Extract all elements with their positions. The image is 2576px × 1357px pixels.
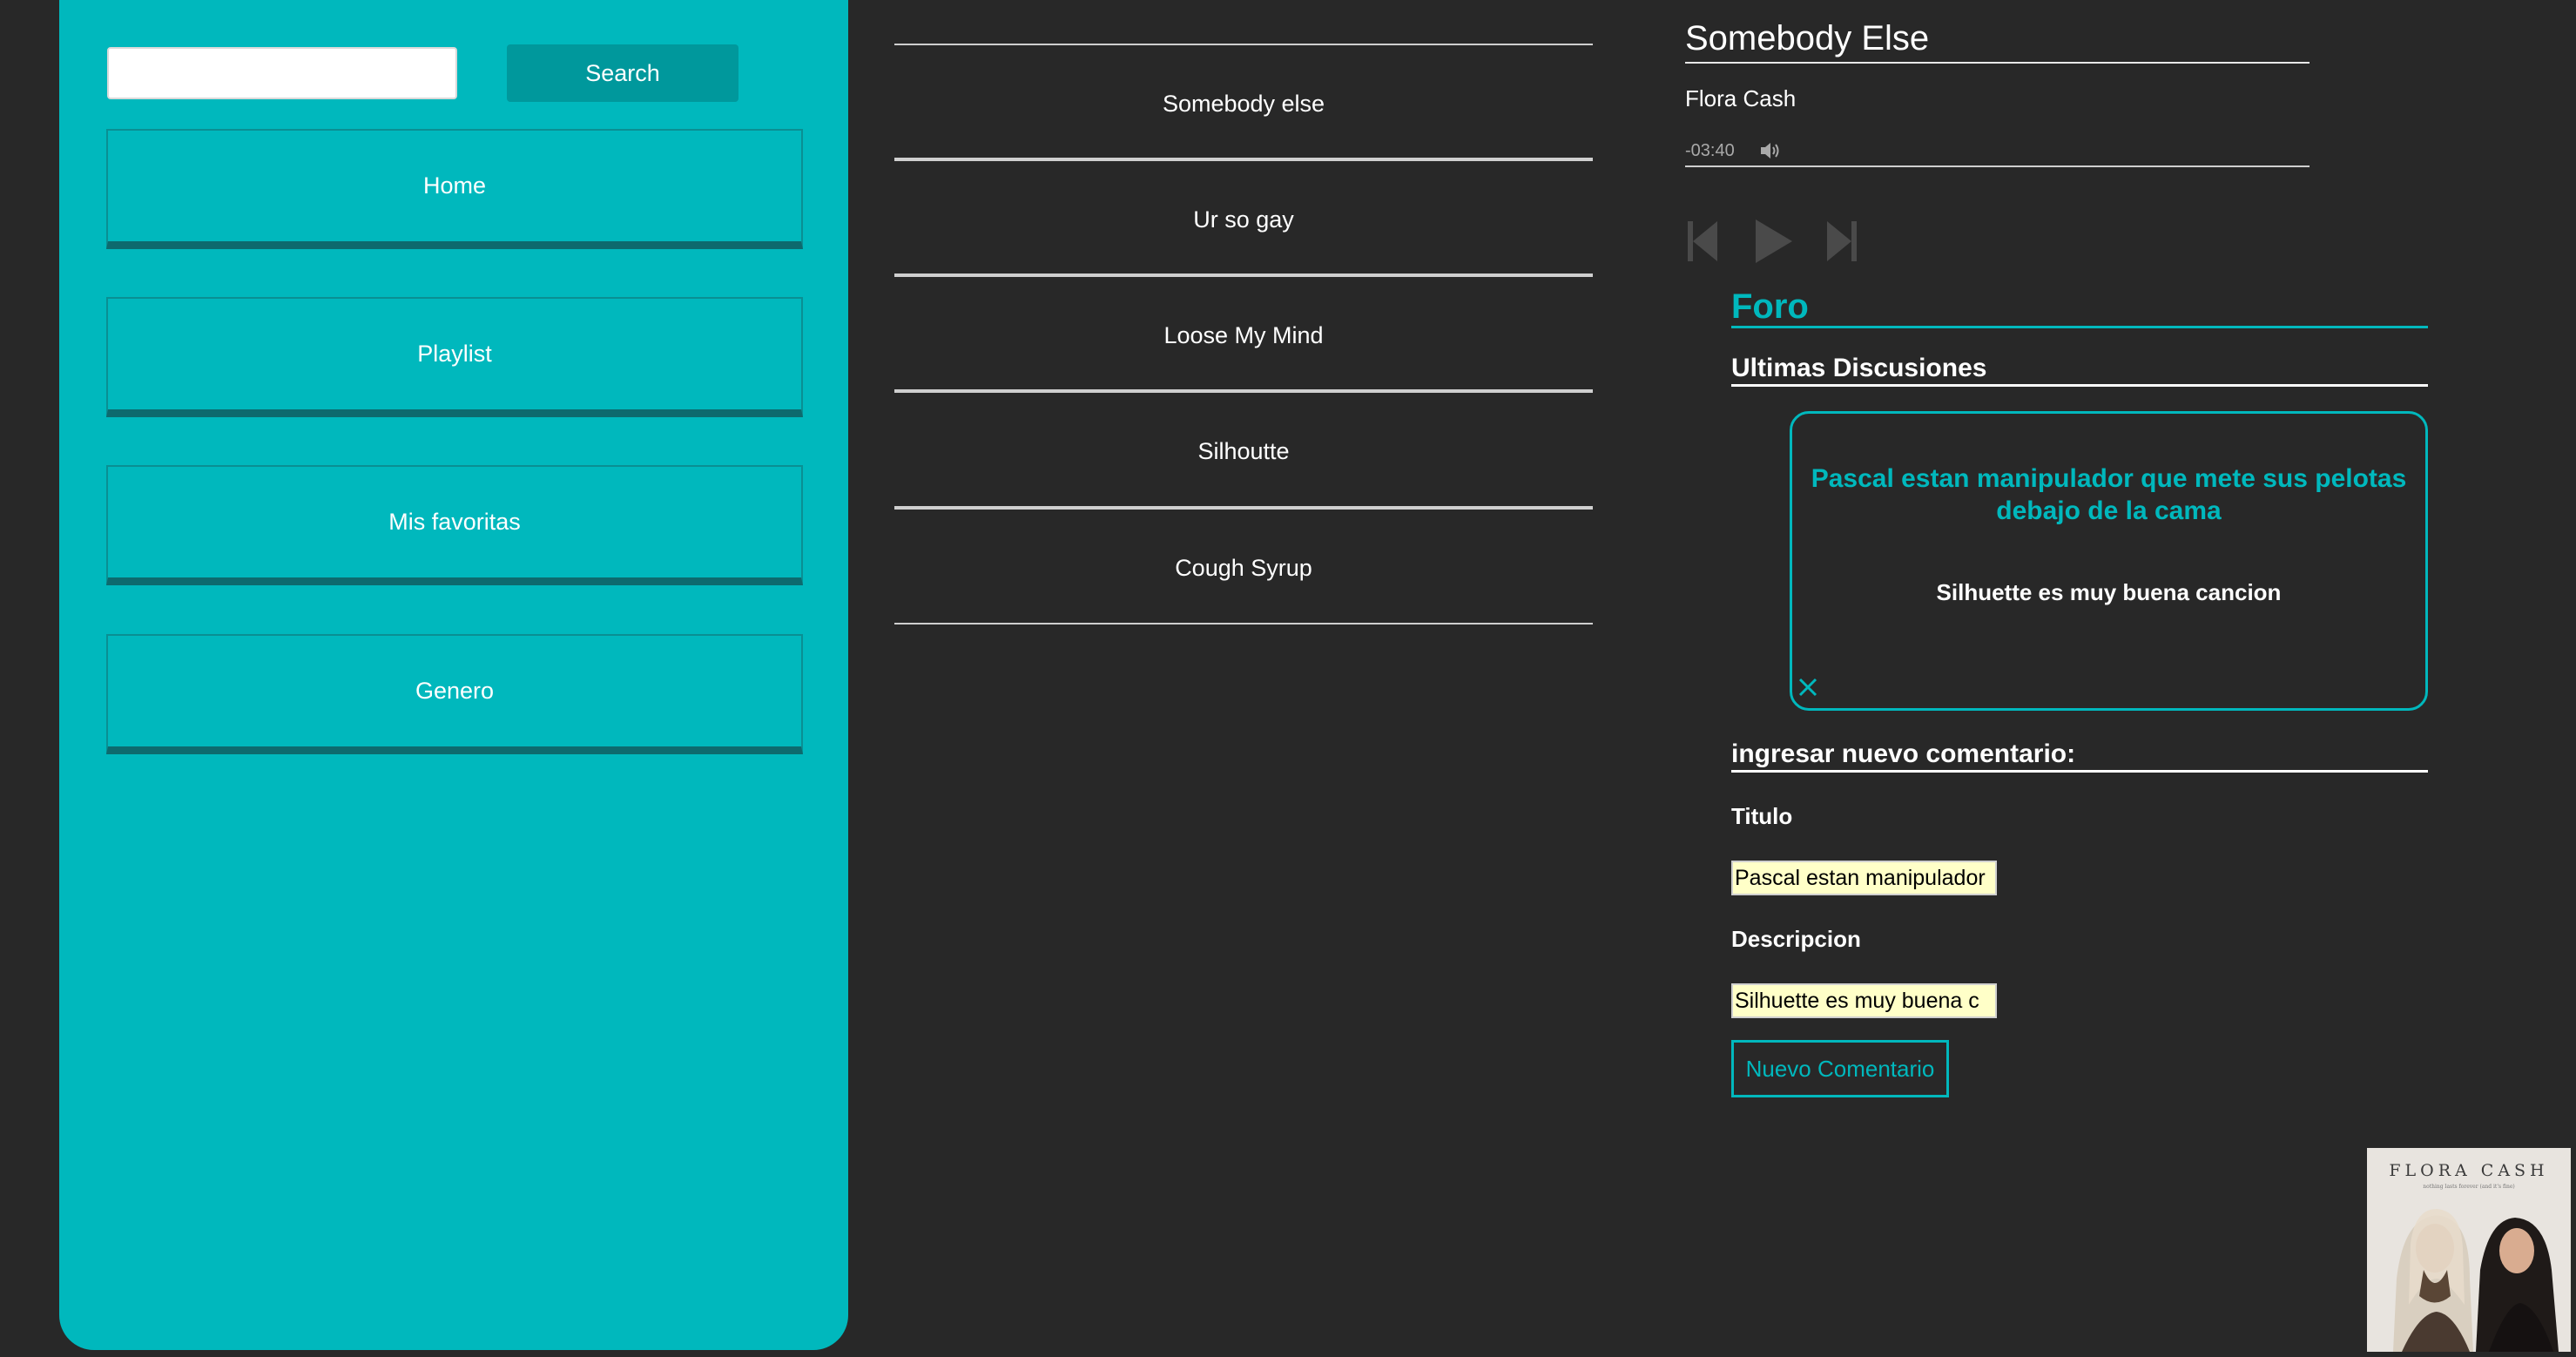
song-item[interactable]: Loose My Mind	[894, 280, 1593, 391]
nav-item-label: Home	[422, 172, 487, 199]
next-icon[interactable]	[1825, 218, 1858, 269]
song-divider	[894, 506, 1593, 510]
artist-name: Flora Cash	[1685, 85, 1797, 111]
nav-item-label: Playlist	[417, 341, 492, 367]
song-divider	[894, 158, 1593, 161]
song-title: Loose My Mind	[1163, 321, 1324, 348]
new-comment-heading: ingresar nuevo comentario:	[1731, 739, 2428, 773]
song-divider	[894, 389, 1593, 393]
song-item[interactable]: Ur so gay	[894, 164, 1593, 275]
title-label: Titulo	[1731, 803, 1793, 829]
discussion-title: Pascal estan manipulador que mete sus pe…	[1811, 464, 2407, 525]
nav-item-home[interactable]: Home	[106, 129, 803, 249]
description-input[interactable]	[1731, 983, 1997, 1018]
discussion-description: Silhuette es muy buena cancion	[1936, 579, 2282, 605]
song-title: Somebody else	[1162, 90, 1325, 117]
song-divider	[894, 44, 1593, 45]
song-title: Cough Syrup	[1175, 554, 1312, 581]
discussion-card: Pascal estan manipulador que mete sus pe…	[1790, 411, 2428, 711]
song-item[interactable]: Somebody else	[894, 48, 1593, 159]
album-cover: FLORA CASH nothing lasts forever (and it…	[2367, 1148, 2571, 1352]
forum-title: Foro	[1731, 287, 2428, 328]
song-item[interactable]: Silhoutte	[894, 395, 1593, 507]
song-title: Silhoutte	[1197, 437, 1290, 464]
previous-icon[interactable]	[1686, 218, 1719, 269]
nav-item-mis-favoritas[interactable]: Mis favoritas	[106, 465, 803, 585]
description-label: Descripcion	[1731, 926, 1861, 952]
nav-item-playlist[interactable]: Playlist	[106, 297, 803, 417]
song-divider	[894, 273, 1593, 277]
speaker-icon[interactable]	[1758, 139, 1781, 166]
nav-item-genero[interactable]: Genero	[106, 634, 803, 754]
song-title: Ur so gay	[1193, 206, 1294, 233]
album-cover-subtext: nothing lasts forever (and it's fine)	[2423, 1184, 2514, 1190]
time-remaining: -03:40	[1685, 141, 1735, 160]
play-icon[interactable]	[1752, 218, 1794, 269]
search-button[interactable]: Search	[507, 44, 738, 102]
album-cover-text: FLORA CASH	[2389, 1161, 2548, 1180]
close-icon[interactable]	[1796, 675, 1820, 704]
search-input[interactable]	[107, 47, 457, 99]
title-input[interactable]	[1731, 861, 1997, 895]
progress-bar[interactable]: -03:40	[1685, 139, 2310, 167]
song-divider	[894, 623, 1593, 624]
nav-item-label: Mis favoritas	[388, 509, 521, 535]
nav-item-label: Genero	[415, 678, 495, 704]
song-item[interactable]: Cough Syrup	[894, 512, 1593, 624]
track-title: Somebody Else	[1685, 19, 2310, 64]
new-comment-button[interactable]: Nuevo Comentario	[1731, 1040, 1949, 1097]
latest-discussions-heading: Ultimas Discusiones	[1731, 353, 2428, 387]
